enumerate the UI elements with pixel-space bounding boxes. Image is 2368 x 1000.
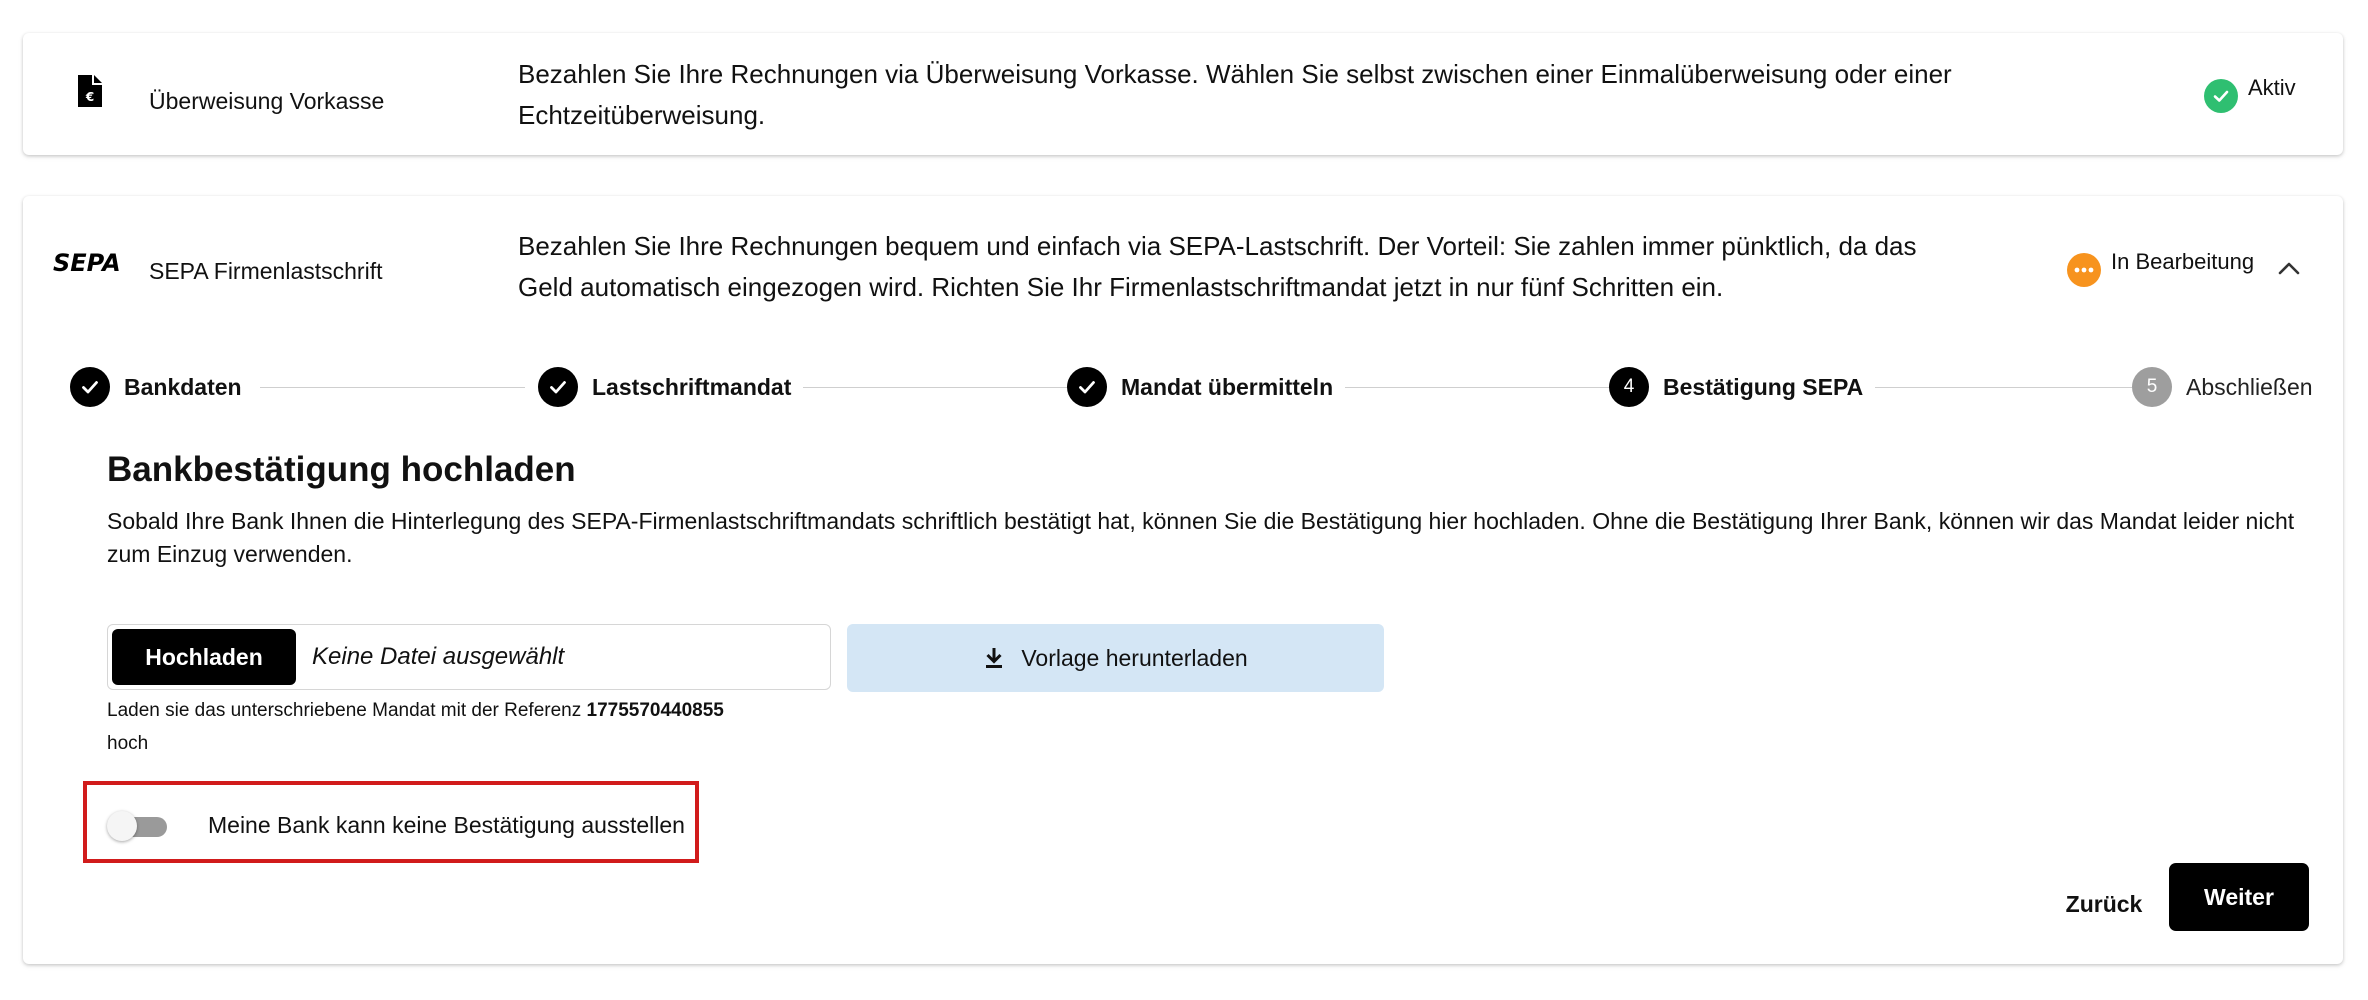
step-label: Mandat übermitteln [1121,373,1334,400]
download-icon [983,646,1005,670]
method-description: Bezahlen Sie Ihre Rechnungen via Überwei… [518,59,1952,130]
section-title: Bankbestätigung hochladen [107,450,576,489]
step-connector [1870,387,2155,388]
back-button[interactable]: Zurück [2034,876,2174,932]
next-button[interactable]: Weiter [2169,863,2309,931]
download-template-button[interactable]: Vorlage herunterladen [847,624,1384,692]
upload-button[interactable]: Hochladen [112,629,296,685]
document-euro-icon: € [73,71,107,111]
step-connector [260,387,525,388]
step-label: Bestätigung SEPA [1663,373,1864,400]
step-abschliessen: 5 Abschließen [2132,361,2325,413]
check-circle-icon [70,367,110,407]
payment-method-card-ueberweisung: € Überweisung Vorkasse Bezahlen Sie Ihre… [23,33,2343,155]
hint-text-end: hoch [107,733,149,754]
method-name: SEPA Firmenlastschrift [149,258,383,284]
method-description: Bezahlen Sie Ihre Rechnungen bequem und … [518,231,1917,302]
mandate-reference: 1775570440855 [586,700,724,721]
status-indicator: Aktiv [2204,75,2296,113]
check-circle-icon [2204,79,2238,113]
sepa-logo: SEPA [53,250,129,276]
step-label: Bankdaten [124,373,242,400]
status-label: In Bearbeitung [2111,249,2255,274]
chevron-up-icon[interactable] [2275,258,2303,280]
payment-method-card-sepa: SEPA SEPA Firmenlastschrift Bezahlen Sie… [23,196,2343,964]
status-indicator: In Bearbeitung [2067,249,2254,287]
step-connector [800,387,1090,388]
step-bestaetigung-sepa: 4 Bestätigung SEPA [1609,361,1876,413]
step-mandat-uebermitteln: Mandat übermitteln [1067,361,1346,413]
progress-stepper: Bankdaten Lastschriftmandat Mandat überm… [70,361,2325,413]
toggle-label: Meine Bank kann keine Bestätigung ausste… [208,812,685,838]
check-circle-icon [1067,367,1107,407]
step-connector [1336,387,1636,388]
section-description: Sobald Ihre Bank Ihnen die Hinterlegung … [107,508,2295,567]
upload-hint: Laden sie das unterschriebene Mandat mit… [107,694,837,760]
file-upload-field[interactable]: Hochladen Keine Datei ausgewählt [107,624,831,690]
check-circle-icon [538,367,578,407]
method-name: Überweisung Vorkasse [149,88,385,114]
svg-text:€: € [85,90,94,104]
no-confirmation-option: Meine Bank kann keine Bestätigung ausste… [83,781,699,863]
more-dots-icon [2067,253,2101,287]
file-placeholder: Keine Datei ausgewählt [312,643,565,670]
step-label: Lastschriftmandat [592,373,792,400]
no-confirmation-toggle[interactable] [107,811,167,841]
step-number: 5 [2132,367,2172,407]
toggle-knob [107,811,137,841]
step-bankdaten: Bankdaten [70,361,254,413]
download-label: Vorlage herunterladen [1021,644,1248,671]
step-number: 4 [1609,367,1649,407]
status-label: Aktiv [2248,75,2296,100]
step-label: Abschließen [2186,373,2313,400]
step-lastschriftmandat: Lastschriftmandat [538,361,804,413]
hint-text: Laden sie das unterschriebene Mandat mit… [107,700,587,721]
svg-text:SEPA: SEPA [53,250,121,276]
